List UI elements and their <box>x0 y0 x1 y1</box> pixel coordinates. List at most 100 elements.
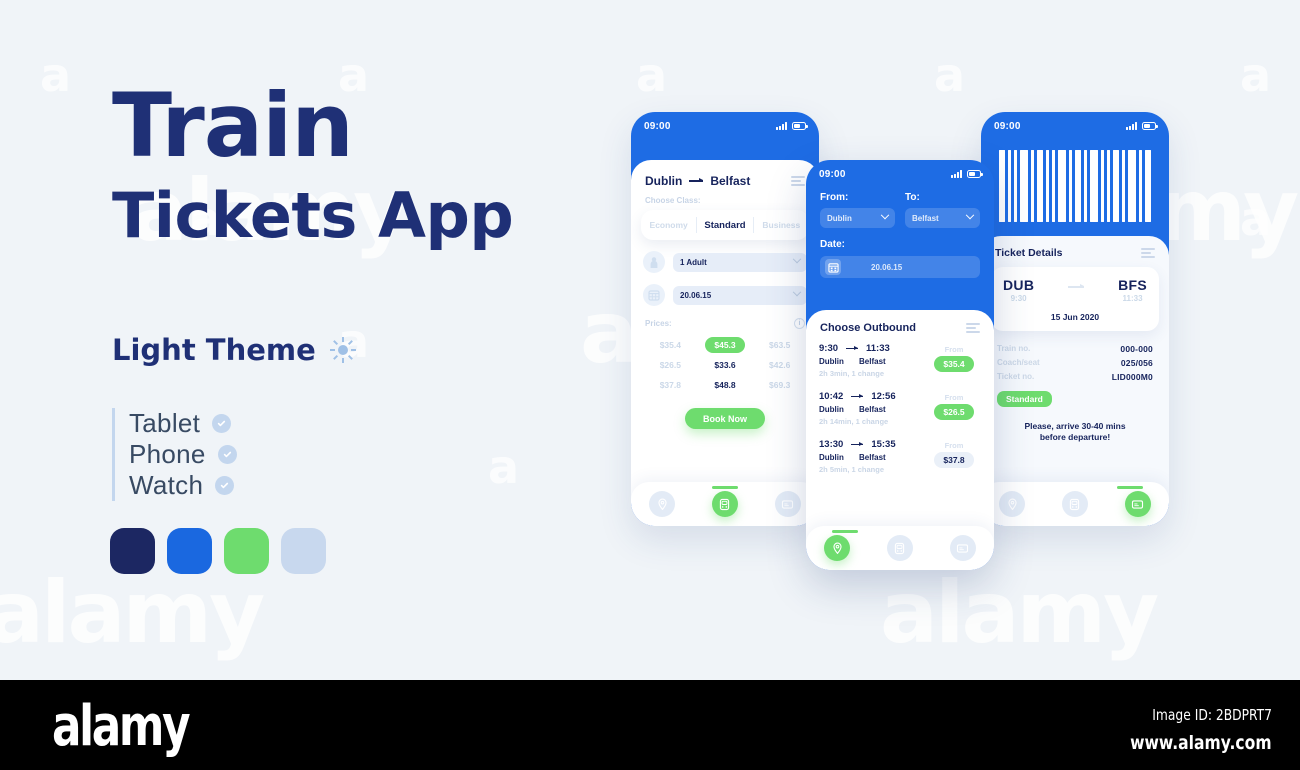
device-label: Phone <box>129 439 206 469</box>
theme-label-row: Light Theme <box>112 333 356 367</box>
phone1-sheet: Dublin Belfast Choose Class: Economy Sta… <box>631 160 819 526</box>
chevron-down-icon <box>792 287 802 297</box>
price-cell[interactable]: $48.8 <box>698 380 753 390</box>
color-swatches <box>110 528 326 574</box>
price-from-label: From <box>944 393 964 402</box>
device-item-phone: Phone <box>129 439 237 470</box>
device-label: Watch <box>129 470 204 500</box>
alamy-logo: alamy <box>52 694 191 759</box>
nav-card-icon[interactable] <box>1124 491 1151 517</box>
ticket-date: 15 Jun 2020 <box>1050 312 1100 322</box>
status-clock: 09:00 <box>819 168 846 180</box>
nav-location-pin-icon[interactable] <box>824 535 851 561</box>
price-cell[interactable]: $35.4 <box>643 340 698 350</box>
battery-icon <box>792 122 808 130</box>
to-group: To: Belfast <box>905 192 980 228</box>
phone2-statusbar: 09:00 <box>806 160 994 188</box>
trip-price: From $26.5 <box>927 391 981 420</box>
passenger-select[interactable]: 1 Adult <box>673 252 807 272</box>
alamy-url[interactable]: www.alamy.com <box>1130 732 1272 754</box>
nav-card-icon[interactable] <box>949 535 976 561</box>
watermark-letter: a <box>934 48 966 102</box>
date-label: Date: <box>820 239 846 250</box>
nav-location-pin-icon[interactable] <box>999 491 1026 517</box>
from-group: From: Dublin <box>820 192 895 228</box>
nav-ticket-icon[interactable] <box>711 491 738 517</box>
watermark-word: alamy <box>0 563 265 663</box>
nav-ticket-icon[interactable] <box>886 535 913 561</box>
signal-icon <box>950 170 962 178</box>
to-select[interactable]: Belfast <box>905 208 980 228</box>
class-option-business[interactable]: Business <box>754 220 809 230</box>
trip-row[interactable]: 10:42 12:56 Dublin Belfast 2h 14min, 1 c… <box>806 378 994 426</box>
theme-label: Light Theme <box>112 333 316 367</box>
book-now-button[interactable]: Book Now <box>685 408 765 429</box>
image-id: Image ID: 2BDPRT7 <box>1152 706 1272 724</box>
arrive-time: 12:56 <box>871 391 896 402</box>
meta-row-coach-seat: Coach/seat 025/056 <box>997 358 1153 372</box>
price-cell[interactable]: $33.6 <box>698 360 753 370</box>
signal-icon <box>1125 122 1137 130</box>
phone1-navbar <box>631 482 819 526</box>
battery-icon <box>1142 122 1158 130</box>
person-icon <box>643 251 665 273</box>
nav-ticket-icon[interactable] <box>1061 491 1088 517</box>
watermark-word: alamy <box>880 563 1159 663</box>
notice-line2: before departure! <box>1039 432 1111 443</box>
meta-value: 025/056 <box>1120 358 1153 368</box>
screenshot-root: a a a a a a a a a a a alamy alamy alamy … <box>0 0 1300 770</box>
swatch-light-blue <box>281 528 326 574</box>
status-indicators <box>775 122 808 130</box>
from-label: From: <box>820 192 849 203</box>
status-clock: 09:00 <box>644 120 671 132</box>
nav-indicator <box>832 530 858 533</box>
trip-row[interactable]: 13:30 15:35 Dublin Belfast 2h 5min, 1 ch… <box>806 426 994 474</box>
phone-mockup-ticket: 09:00 Ticket Details DUB 9:30 BFS 11:33 … <box>981 112 1169 526</box>
menu-icon[interactable] <box>966 323 980 333</box>
origin-time: 9:30 <box>1010 294 1027 303</box>
menu-icon[interactable] <box>1141 248 1155 258</box>
status-indicators <box>950 170 983 178</box>
nav-location-pin-icon[interactable] <box>649 491 676 517</box>
trip-times: 13:30 15:35 <box>819 439 927 450</box>
price-cell[interactable]: $69.3 <box>752 380 807 390</box>
class-option-economy[interactable]: Economy <box>641 220 696 230</box>
phone2-navbar <box>806 526 994 570</box>
swatch-green <box>224 528 269 574</box>
trip-duration: 2h 3min, 1 change <box>819 369 885 378</box>
class-selector[interactable]: Economy Standard Business <box>641 210 809 240</box>
price-cell[interactable]: $42.6 <box>752 360 807 370</box>
hero-title-line1: Train <box>112 74 354 177</box>
date-picker[interactable]: 20.06.15 <box>820 256 980 278</box>
trip-from: Dublin <box>819 405 844 414</box>
trip-times: 10:42 12:56 <box>819 391 927 402</box>
phone3-navbar <box>981 482 1169 526</box>
device-label: Tablet <box>129 408 201 438</box>
menu-icon[interactable] <box>791 176 805 186</box>
status-clock: 09:00 <box>994 120 1021 132</box>
trip-price: From $37.8 <box>927 439 981 468</box>
trip-to: Belfast <box>859 357 886 366</box>
price-cell[interactable]: $63.5 <box>752 340 807 350</box>
date-select[interactable]: 20.06.15 <box>673 285 807 305</box>
info-icon[interactable]: i <box>794 318 805 329</box>
nav-card-icon[interactable] <box>774 491 801 517</box>
trip-row[interactable]: 9:30 11:33 Dublin Belfast 2h 3min, 1 cha… <box>806 334 994 378</box>
from-select[interactable]: Dublin <box>820 208 895 228</box>
nav-indicator <box>1117 486 1143 489</box>
depart-time: 13:30 <box>819 439 844 450</box>
price-cell-selected[interactable]: $45.3 <box>698 337 753 353</box>
arrive-time: 11:33 <box>866 343 890 354</box>
meta-row-ticket-no: Ticket no. LID000M0 <box>997 372 1153 386</box>
hero-heading: Train Tickets App <box>112 74 514 250</box>
phone1-screen: 09:00 Dublin Belfast Choose Class: Econo… <box>631 112 819 526</box>
phone1-header: Dublin Belfast <box>631 160 819 188</box>
class-option-standard[interactable]: Standard <box>697 220 752 231</box>
date-value: 20.06.15 <box>871 262 903 272</box>
passenger-row: 1 Adult <box>631 251 819 273</box>
from-to-row: From: Dublin To: Belfast <box>820 192 980 228</box>
price-cell[interactable]: $37.8 <box>643 380 698 390</box>
meta-key: Coach/seat <box>997 358 1040 367</box>
sun-icon <box>329 337 356 363</box>
price-cell[interactable]: $26.5 <box>643 360 698 370</box>
